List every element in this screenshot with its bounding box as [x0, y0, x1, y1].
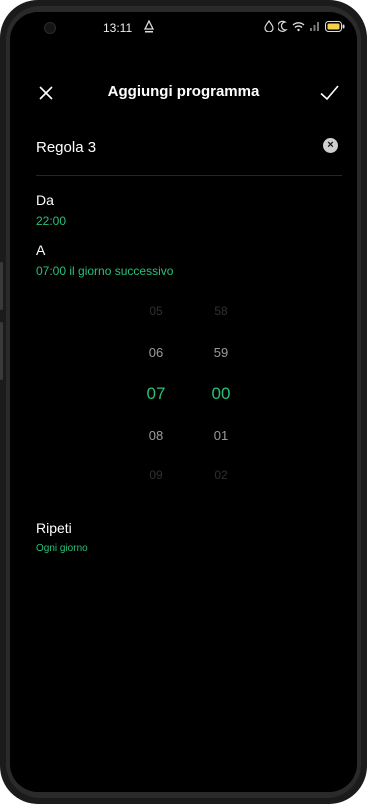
wifi-icon	[292, 21, 305, 31]
alarm-icon	[143, 20, 155, 33]
repeat-value: Ogni giorno	[36, 543, 88, 554]
repeat-label: Ripeti	[36, 520, 72, 536]
moon-icon	[278, 20, 288, 32]
battery-icon	[325, 20, 345, 32]
clear-icon[interactable]: ×	[323, 138, 338, 153]
status-bar: 13:11	[10, 12, 357, 48]
rule-name-input[interactable]	[36, 135, 306, 159]
header: Aggiungi programma	[10, 80, 357, 110]
drop-icon	[264, 20, 274, 32]
front-camera	[44, 22, 56, 34]
time-picker: 05 06 07 08 09 58 59 00 01 02	[10, 302, 357, 492]
minute-option[interactable]: 59	[191, 345, 251, 360]
hour-option[interactable]: 08	[126, 428, 186, 443]
signal-icon	[310, 21, 319, 31]
screen: 13:11 Aggiungi programma Regola 3 × Da 2…	[10, 12, 357, 792]
hour-selected[interactable]: 07	[126, 384, 186, 404]
volume-button	[0, 262, 3, 310]
minute-option[interactable]: 01	[191, 428, 251, 443]
power-button	[0, 322, 3, 380]
to-label: A	[36, 242, 46, 258]
phone-frame: 13:11 Aggiungi programma Regola 3 × Da 2…	[0, 0, 367, 804]
status-time: 13:11	[103, 21, 133, 35]
status-icons	[264, 20, 345, 32]
from-value: 22:00	[36, 214, 67, 228]
page-title: Aggiungi programma	[107, 83, 260, 100]
hour-option[interactable]: 06	[126, 345, 186, 360]
divider	[36, 175, 342, 176]
hour-option[interactable]: 09	[126, 468, 186, 482]
rule-name-row: ×	[36, 135, 342, 175]
check-icon[interactable]	[317, 81, 341, 105]
hour-option[interactable]: 05	[126, 304, 186, 318]
minute-option[interactable]: 02	[191, 468, 251, 482]
to-value: 07:00 il giorno successivo	[36, 264, 174, 278]
minute-selected[interactable]: 00	[191, 384, 251, 404]
from-label: Da	[36, 192, 54, 208]
minute-option[interactable]: 58	[191, 304, 251, 318]
